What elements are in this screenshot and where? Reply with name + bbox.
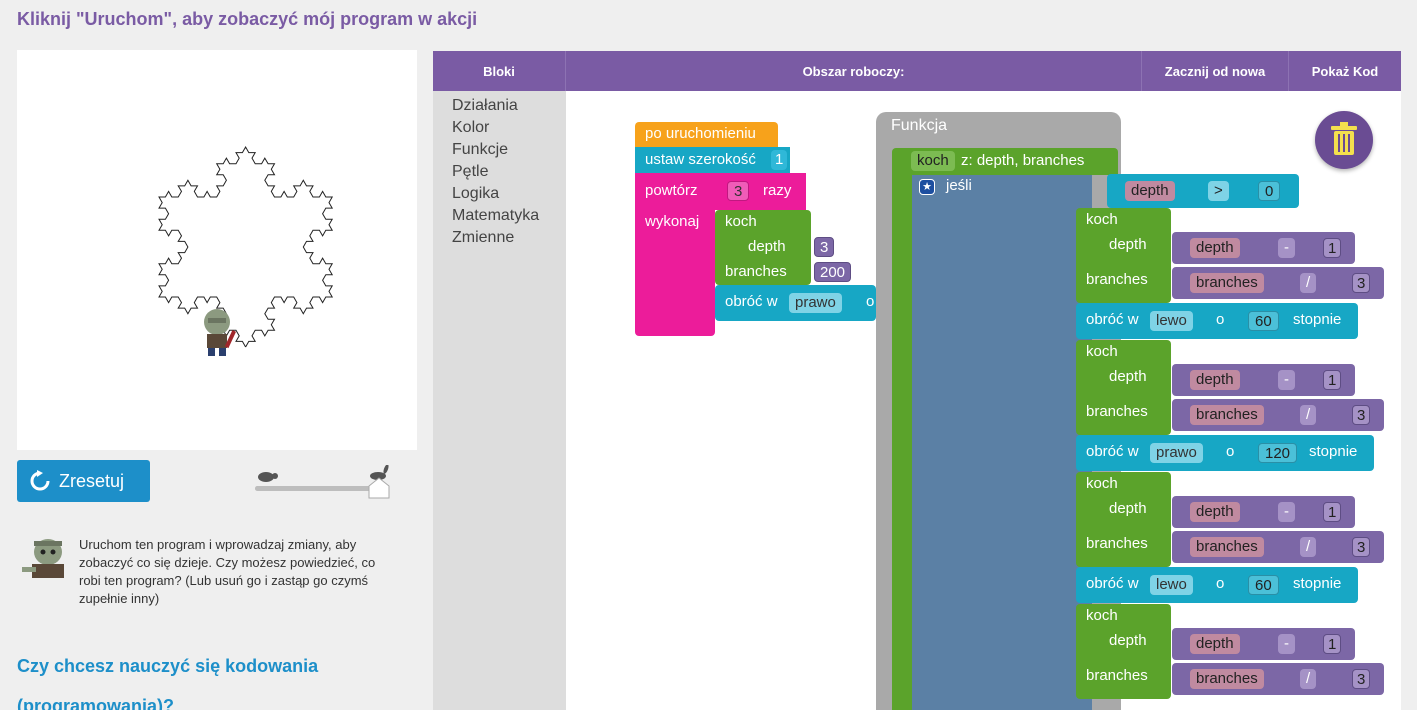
recursive-koch-block[interactable]: koch depth branches: [1076, 604, 1171, 699]
speed-slider-handle[interactable]: [368, 477, 390, 499]
turn-block[interactable]: obróć w lewo o 60 stopnie: [1076, 567, 1358, 603]
hint-text: Uruchom ten program i wprowadzaj zmiany,…: [79, 537, 376, 606]
branches-arg[interactable]: 200: [814, 262, 852, 282]
repeat-block[interactable]: powtórz 3 razy: [635, 173, 806, 210]
toolbox: Działania Kolor Funkcje Pętle Logika Mat…: [433, 91, 566, 710]
drawing-canvas: [17, 50, 417, 450]
turn-block[interactable]: obróć w prawo o: [715, 285, 876, 321]
zombie-avatar-icon: [22, 539, 64, 578]
tab-blocks: Bloki: [433, 51, 566, 91]
minus-operator[interactable]: -: [1278, 370, 1295, 390]
one-value[interactable]: 1: [1323, 238, 1342, 258]
repeat-body: wykonaj: [635, 210, 715, 336]
reset-label: Zresetuj: [59, 470, 125, 491]
depth-variable[interactable]: depth: [1190, 370, 1240, 390]
category-color[interactable]: Kolor: [433, 117, 566, 139]
subtract-block[interactable]: depth - 1: [1172, 496, 1355, 528]
function-body: [892, 175, 912, 710]
trash-button[interactable]: [1315, 111, 1373, 169]
one-value[interactable]: 1: [1323, 502, 1342, 522]
minus-operator[interactable]: -: [1278, 502, 1295, 522]
turn-direction[interactable]: prawo: [1150, 443, 1203, 463]
category-loops[interactable]: Pętle: [433, 161, 566, 183]
function-name[interactable]: koch: [911, 151, 955, 171]
turn-direction[interactable]: prawo: [789, 293, 842, 313]
minus-operator[interactable]: -: [1278, 634, 1295, 654]
depth-variable[interactable]: depth: [1190, 634, 1240, 654]
reset-button[interactable]: Zresetuj: [17, 460, 150, 502]
turn-block[interactable]: obróć w lewo o 60 stopnie: [1076, 303, 1358, 339]
category-logic[interactable]: Logika: [433, 183, 566, 205]
show-code-button[interactable]: Pokaż Kod: [1289, 51, 1401, 91]
koch-call-block[interactable]: koch depth branches: [715, 210, 811, 285]
subtract-block[interactable]: depth - 1: [1172, 628, 1355, 660]
reset-icon: [30, 470, 50, 491]
repeat-count[interactable]: 3: [727, 181, 750, 201]
one-value[interactable]: 1: [1323, 370, 1342, 390]
recursive-koch-block[interactable]: koch depth branches: [1076, 340, 1171, 435]
three-value[interactable]: 3: [1352, 405, 1371, 425]
divide-block[interactable]: branches / 3: [1172, 267, 1384, 299]
branches-variable[interactable]: branches: [1190, 537, 1264, 557]
turn-block[interactable]: obróć w prawo o 120 stopnie: [1076, 435, 1374, 471]
branches-variable[interactable]: branches: [1190, 405, 1264, 425]
divide-operator[interactable]: /: [1300, 537, 1317, 557]
page-title: Kliknij "Uruchom", aby zobaczyć mój prog…: [17, 9, 478, 29]
divide-block[interactable]: branches / 3: [1172, 399, 1384, 431]
workspace-title: Obszar roboczy:: [566, 51, 1142, 91]
star-icon: ★: [919, 179, 935, 195]
zombie-sprite: [204, 309, 237, 356]
turn-direction[interactable]: lewo: [1150, 311, 1193, 331]
depth-variable[interactable]: depth: [1190, 502, 1240, 522]
turn-direction[interactable]: lewo: [1150, 575, 1193, 595]
condition-variable[interactable]: depth: [1125, 181, 1175, 201]
turn-angle[interactable]: 120: [1258, 443, 1298, 463]
category-math[interactable]: Matematyka: [433, 205, 566, 227]
condition-block[interactable]: depth > 0: [1107, 174, 1299, 208]
divide-operator[interactable]: /: [1300, 273, 1317, 293]
divide-block[interactable]: branches / 3: [1172, 663, 1384, 695]
divide-operator[interactable]: /: [1300, 669, 1317, 689]
three-value[interactable]: 3: [1352, 669, 1371, 689]
divide-operator[interactable]: /: [1300, 405, 1317, 425]
subtract-block[interactable]: depth - 1: [1172, 232, 1355, 264]
three-value[interactable]: 3: [1352, 273, 1371, 293]
turn-angle[interactable]: 60: [1248, 311, 1279, 331]
workspace-header: Bloki Obszar roboczy: Zacznij od nowa Po…: [433, 51, 1401, 91]
depth-variable[interactable]: depth: [1190, 238, 1240, 258]
category-functions[interactable]: Funkcje: [433, 139, 566, 161]
turtle-icon: [258, 472, 278, 482]
recursive-koch-block[interactable]: koch depth branches: [1076, 208, 1171, 303]
one-value[interactable]: 1: [1323, 634, 1342, 654]
koch-drawing: [158, 145, 334, 356]
depth-arg[interactable]: 3: [814, 237, 835, 257]
on-run-block[interactable]: po uruchomieniu: [635, 122, 778, 147]
turn-angle[interactable]: 60: [1248, 575, 1279, 595]
width-value[interactable]: 1: [771, 150, 788, 170]
category-variables[interactable]: Zmienne: [433, 227, 566, 249]
branches-variable[interactable]: branches: [1190, 273, 1264, 293]
minus-operator[interactable]: -: [1278, 238, 1295, 258]
divide-block[interactable]: branches / 3: [1172, 531, 1384, 563]
condition-operator[interactable]: >: [1208, 181, 1229, 201]
three-value[interactable]: 3: [1352, 537, 1371, 557]
function-header-block[interactable]: koch z: depth, branches: [892, 148, 1118, 175]
learn-coding-link[interactable]: Czy chcesz nauczyć się kodowania (progra…: [17, 646, 377, 710]
trash-icon: [1331, 122, 1357, 155]
branches-variable[interactable]: branches: [1190, 669, 1264, 689]
recursive-koch-block[interactable]: koch depth branches: [1076, 472, 1171, 567]
speed-slider-fill: [255, 486, 379, 491]
if-block[interactable]: ★ jeśli: [912, 175, 1092, 710]
start-over-button[interactable]: Zacznij od nowa: [1142, 51, 1289, 91]
category-actions[interactable]: Działania: [433, 95, 566, 117]
workspace[interactable]: po uruchomieniu ustaw szerokość 1 powtór…: [566, 91, 1401, 710]
subtract-block[interactable]: depth - 1: [1172, 364, 1355, 396]
set-width-block[interactable]: ustaw szerokość 1: [635, 147, 790, 173]
condition-value[interactable]: 0: [1258, 181, 1281, 201]
